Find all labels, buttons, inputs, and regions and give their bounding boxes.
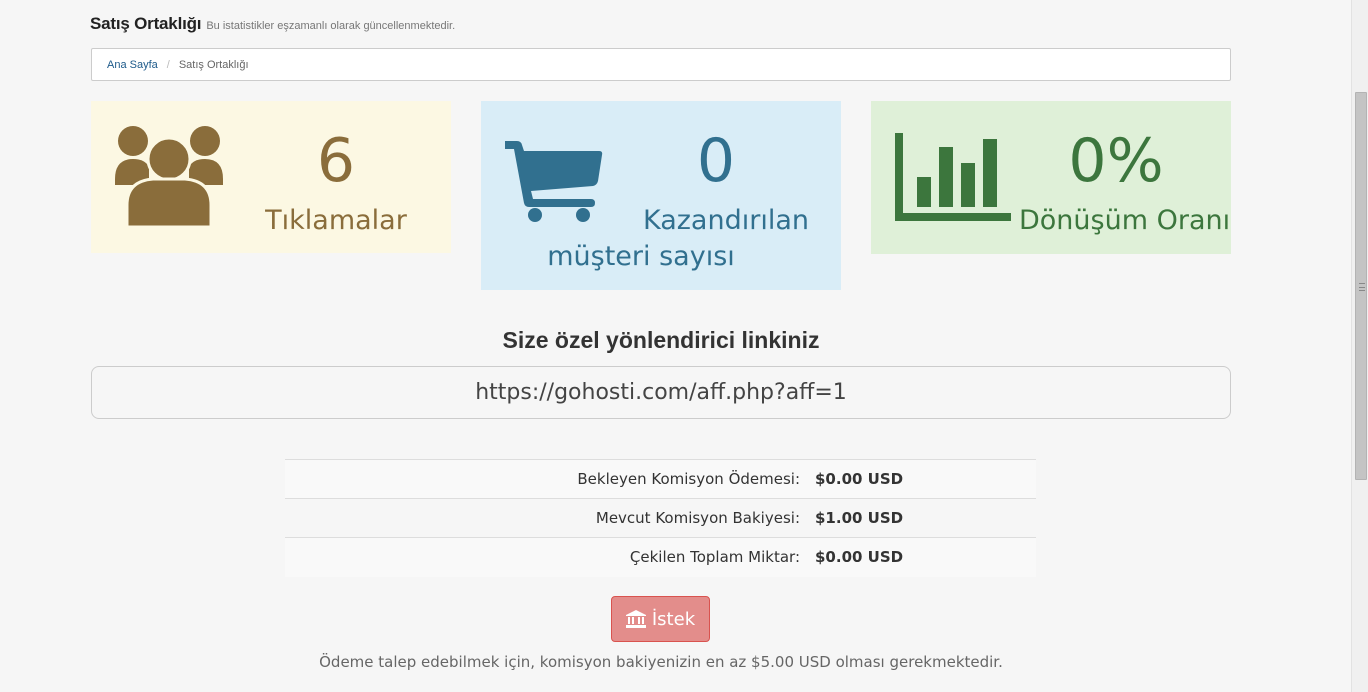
breadcrumb: Ana Sayfa / Satış Ortaklığı — [91, 48, 1231, 81]
breadcrumb-separator: / — [166, 58, 170, 71]
vertical-scrollbar[interactable] — [1351, 0, 1368, 692]
commission-pending-value: $0.00 USD — [815, 470, 904, 488]
stat-clicks: 6 Tıklamalar — [91, 101, 451, 253]
stat-conversion-label: Dönüşüm Oranı — [1019, 205, 1231, 236]
stat-conversion: 0% Dönüşüm Oranı — [871, 101, 1231, 254]
table-row: Mevcut Komisyon Bakiyesi: $1.00 USD — [285, 498, 1036, 538]
breadcrumb-home-link[interactable]: Ana Sayfa — [107, 59, 158, 71]
stat-customers-value: 0 — [696, 126, 736, 196]
commission-withdrawn-label: Çekilen Toplam Miktar: — [629, 548, 800, 567]
bank-icon — [625, 610, 646, 628]
request-button-label: İstek — [651, 608, 696, 630]
affiliate-page: Satış Ortaklığı Bu istatistikler eşzaman… — [0, 0, 1368, 692]
page-subtitle: Bu istatistikler eşzamanlı olarak güncel… — [206, 20, 456, 32]
scrollbar-thumb[interactable] — [1355, 92, 1367, 480]
minimum-balance-note: Ödeme talep edebilmek için, komisyon bak… — [319, 653, 1003, 671]
table-row: Bekleyen Komisyon Ödemesi: $0.00 USD — [285, 459, 1036, 499]
stat-customers-label-line2: müşteri sayısı — [547, 241, 735, 272]
stat-customers-label-line1: Kazandırılan — [642, 205, 809, 236]
page-header: Satış Ortaklığı Bu istatistikler eşzaman… — [90, 14, 455, 36]
users-icon — [113, 123, 225, 234]
scrollbar-grip — [1359, 283, 1365, 291]
stat-customers: 0 Kazandırılan müşteri sayısı — [481, 101, 841, 290]
bar-chart-icon — [893, 131, 1013, 228]
commission-table: Bekleyen Komisyon Ödemesi: $0.00 USD Mev… — [285, 459, 1036, 577]
stat-conversion-value: 0% — [1068, 126, 1164, 196]
commission-balance-value: $1.00 USD — [815, 509, 904, 527]
commission-pending-label: Bekleyen Komisyon Ödemesi: — [577, 470, 800, 488]
stat-customers-label: Kazandırılan müşteri sayısı — [547, 203, 821, 275]
stat-clicks-label: Tıklamalar — [265, 205, 407, 236]
commission-balance-label: Mevcut Komisyon Bakiyesi: — [595, 509, 800, 527]
commission-withdrawn-value: $0.00 USD — [815, 548, 904, 567]
page-title: Satış Ortaklığı — [90, 14, 202, 33]
stat-clicks-value: 6 — [316, 126, 356, 196]
referral-link-input[interactable] — [91, 366, 1231, 419]
request-withdrawal-button[interactable]: İstek — [611, 596, 710, 642]
table-row: Çekilen Toplam Miktar: $0.00 USD — [285, 537, 1036, 577]
referral-title: Size özel yönlendirici linkiniz — [502, 327, 820, 353]
breadcrumb-current: Satış Ortaklığı — [178, 58, 249, 71]
